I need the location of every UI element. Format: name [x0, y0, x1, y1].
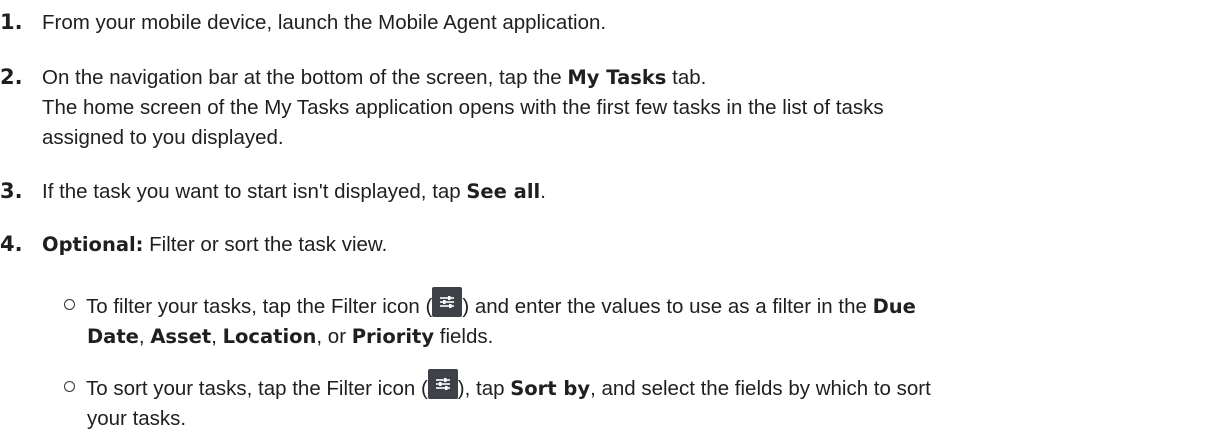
sub-step-text-cont: your tasks.	[87, 407, 187, 430]
separator: ,	[211, 325, 223, 348]
ui-term-see-all: See all	[466, 180, 541, 203]
step-text: If the task you want to start isn't disp…	[42, 180, 467, 203]
sub-step-filter: To filter your tasks, tap the Filter ico…	[64, 287, 1194, 352]
step-result: The home screen of the My Tasks applicat…	[42, 96, 884, 119]
step-text-end: tab.	[666, 66, 707, 89]
step-1: 1. From your mobile device, launch the Mo…	[0, 7, 1200, 38]
step-text-end: .	[540, 180, 546, 203]
bullet-marker	[64, 299, 75, 310]
ui-term-asset: Asset	[150, 325, 212, 348]
step-number: 3.	[0, 179, 23, 203]
procedure-document: 1. From your mobile device, launch the Mo…	[0, 0, 1208, 435]
ui-term-my-tasks: My Tasks	[567, 66, 667, 89]
ui-term-priority: Priority	[351, 325, 435, 348]
separator: ,	[138, 325, 151, 348]
sub-step-text: To sort your tasks, tap the Filter icon …	[86, 377, 428, 400]
step-number: 4.	[0, 232, 23, 256]
ui-term-location: Location	[222, 325, 317, 348]
filter-icon	[432, 287, 463, 317]
sub-step-text: ) and enter the values to use as a filte…	[462, 295, 873, 318]
step-3: 3. If the task you want to start isn't di…	[0, 176, 1200, 207]
sub-step-text: To filter your tasks, tap the Filter ico…	[86, 295, 433, 318]
bullet-marker	[64, 381, 75, 392]
sub-step-sort: To sort your tasks, tap the Filter icon …	[64, 369, 1194, 434]
optional-label: Optional:	[42, 233, 144, 256]
separator: , or	[316, 325, 352, 348]
filter-icon	[427, 369, 458, 399]
step-number: 2.	[0, 65, 23, 89]
step-text: On the navigation bar at the bottom of t…	[42, 66, 568, 89]
sub-step-text: , and select the fields by which to sort	[590, 377, 931, 400]
ui-term-date: Date	[87, 325, 139, 348]
step-number: 1.	[0, 10, 23, 34]
sub-step-text: ), tap	[457, 377, 511, 400]
ui-term-due: Due	[872, 295, 916, 318]
step-2: 2. On the navigation bar at the bottom of…	[0, 62, 1200, 153]
step-4: 4. Optional: Filter or sort the task view…	[0, 229, 1200, 260]
sub-step-text-end: fields.	[434, 325, 494, 348]
step-text: From your mobile device, launch the Mobi…	[42, 11, 607, 34]
step-result-cont: assigned to you displayed.	[42, 126, 284, 149]
ui-term-sort-by: Sort by	[510, 377, 591, 400]
step-text: Filter or sort the task view.	[143, 233, 388, 256]
